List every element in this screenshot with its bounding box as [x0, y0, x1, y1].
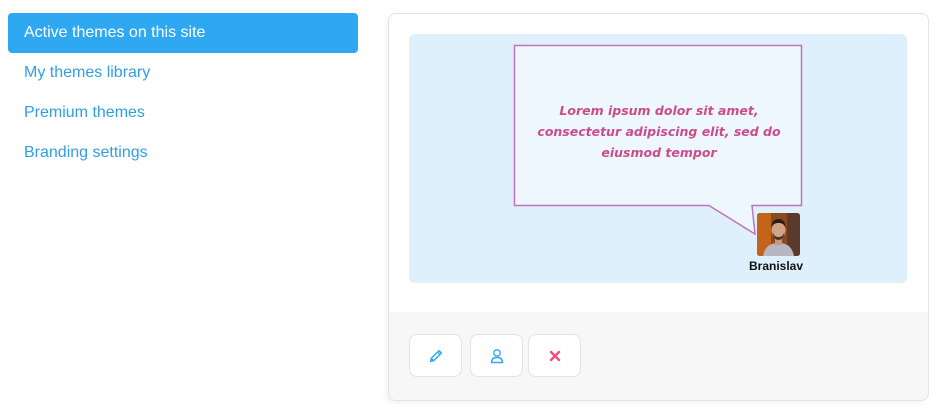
sidebar-item-premium-themes[interactable]: Premium themes	[8, 93, 358, 133]
sidebar-item-branding-settings[interactable]: Branding settings	[8, 133, 358, 173]
user-icon	[490, 348, 503, 363]
pencil-icon	[429, 349, 442, 362]
theme-preview: Lorem ipsum dolor sit amet, consectetur …	[409, 34, 907, 283]
sidebar: Active themes on this site My themes lib…	[8, 13, 358, 173]
sidebar-item-my-themes-library[interactable]: My themes library	[8, 53, 358, 93]
bubble-text: Lorem ipsum dolor sit amet, consectetur …	[537, 102, 781, 160]
sidebar-item-active-themes[interactable]: Active themes on this site	[8, 13, 358, 53]
author-name: Branislav	[749, 259, 804, 273]
close-icon	[549, 350, 560, 361]
user-button[interactable]	[470, 334, 523, 377]
card-actions	[389, 312, 928, 400]
edit-button[interactable]	[409, 334, 462, 377]
avatar	[757, 213, 800, 256]
theme-card: Lorem ipsum dolor sit amet, consectetur …	[388, 13, 929, 401]
delete-button[interactable]	[528, 334, 581, 377]
